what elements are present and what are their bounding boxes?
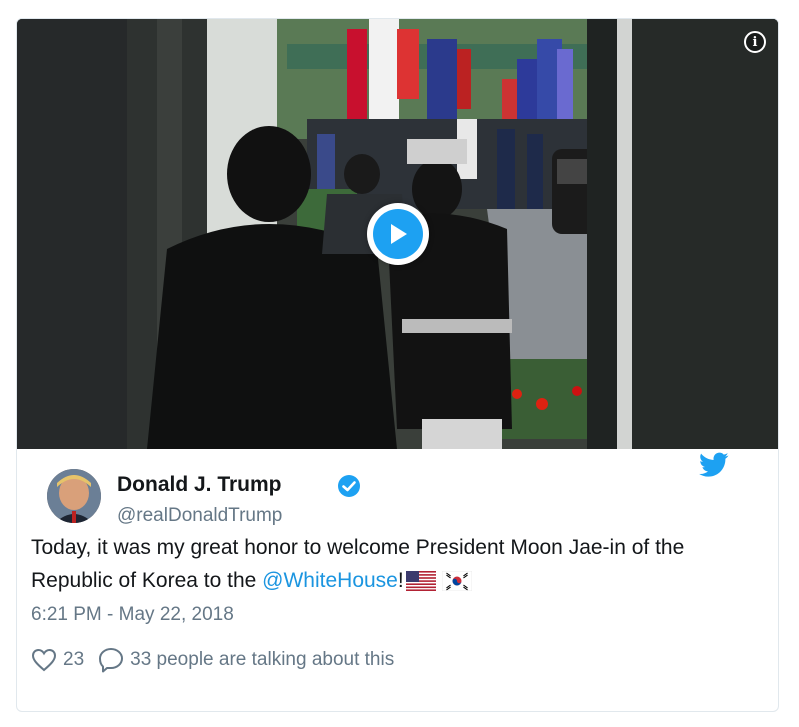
tweet-text-end: ! [397,569,404,592]
tweet-text: Today, it was my great honor to welcome … [31,531,751,597]
us-flag-icon [405,571,436,591]
heart-icon [31,648,57,672]
conversation-link[interactable]: 33 people are talking about this [98,647,394,673]
avatar[interactable] [47,469,101,523]
like-button[interactable]: 23 [31,648,98,672]
info-icon[interactable]: i [744,31,766,53]
south-korea-flag-icon [441,571,472,591]
play-icon [391,224,407,244]
conversation-text: 33 people are talking about this [130,649,395,670]
tweet-timestamp[interactable]: 6:21 PM - May 22, 2018 [31,604,234,626]
mention-link[interactable]: @WhiteHouse [262,569,398,592]
tweet-actions: 23 33 people are talking about this [31,645,394,675]
author-handle[interactable]: @realDonaldTrump [117,505,282,527]
avatar-image [47,469,101,523]
twitter-bird-icon[interactable] [699,452,729,478]
video-thumbnail[interactable]: i [17,19,778,449]
author-name[interactable]: Donald J. Trump [117,473,282,497]
speech-bubble-icon [99,648,124,673]
play-button[interactable] [367,203,429,265]
verified-badge-icon [338,475,360,497]
likes-count: 23 [63,649,85,670]
